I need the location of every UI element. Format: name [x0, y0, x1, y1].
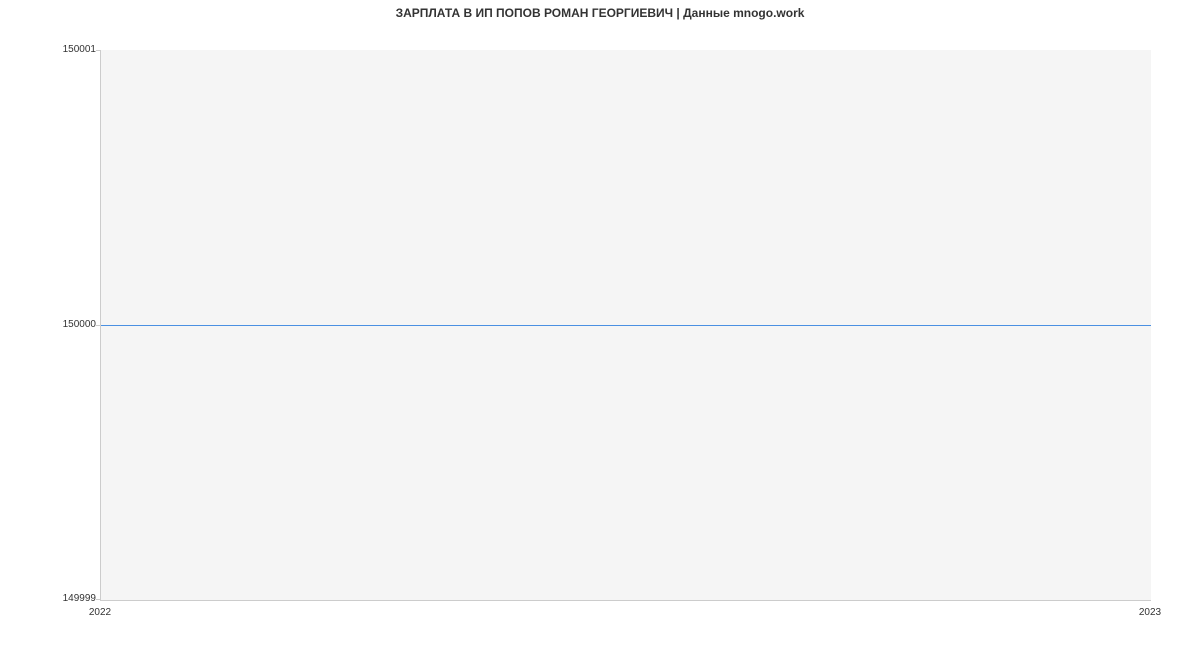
data-line [101, 325, 1151, 326]
chart-title: ЗАРПЛАТА В ИП ПОПОВ РОМАН ГЕОРГИЕВИЧ | Д… [0, 6, 1200, 20]
plot-area [100, 50, 1151, 601]
y-tick-label: 150001 [36, 45, 96, 55]
salary-chart: ЗАРПЛАТА В ИП ПОПОВ РОМАН ГЕОРГИЕВИЧ | Д… [0, 0, 1200, 650]
y-tick-label: 149999 [36, 594, 96, 604]
x-tick-label: 2023 [1130, 608, 1170, 618]
y-tick-label: 150000 [36, 320, 96, 330]
x-tick-label: 2022 [80, 608, 120, 618]
